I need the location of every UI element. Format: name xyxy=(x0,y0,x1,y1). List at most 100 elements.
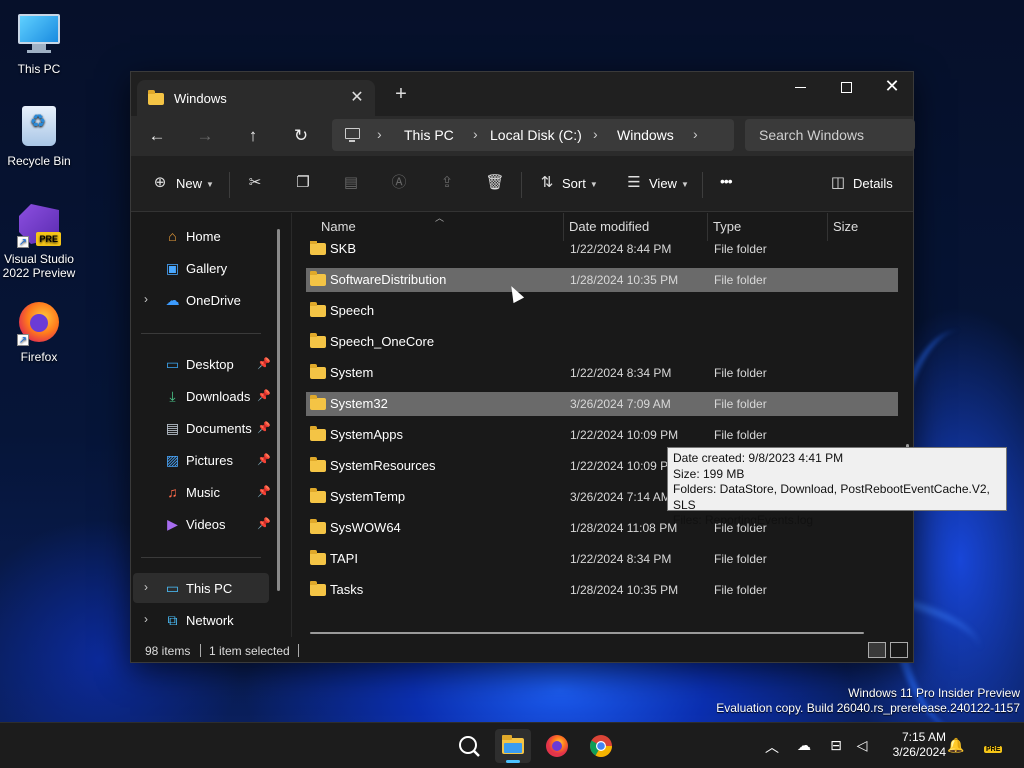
folder-icon xyxy=(310,426,326,441)
share-icon[interactable]: ⇪ xyxy=(436,172,458,194)
chrome-taskbar-button[interactable] xyxy=(583,729,619,763)
sidebar-scrollbar[interactable] xyxy=(277,229,280,591)
table-row[interactable]: SoftwareDistribution 1/28/2024 10:35 PM Fi… xyxy=(306,268,898,292)
table-row[interactable]: Speech_OneCore xyxy=(306,330,898,354)
sort-button[interactable]: Sort ▼ xyxy=(562,176,598,191)
chevron-right-icon[interactable]: › xyxy=(473,126,478,142)
desktop-icon-visual-studio[interactable]: PRE ↗ Visual Studio 2022 Preview xyxy=(1,204,77,280)
file-name: SoftwareDistribution xyxy=(330,272,447,287)
tab-windows[interactable]: Windows ✕ xyxy=(137,80,375,116)
column-header-name[interactable]: Name xyxy=(321,213,356,241)
column-header-date[interactable]: Date modified xyxy=(569,213,649,241)
table-row[interactable]: SystemApps 1/22/2024 10:09 PM File folder xyxy=(306,423,898,447)
sidebar-item-this-pc[interactable]: › ▭ This PC xyxy=(133,573,269,603)
cut-icon[interactable]: ✂ xyxy=(244,172,266,194)
sidebar-item-onedrive[interactable]: › ☁ OneDrive xyxy=(133,285,269,315)
column-header-type[interactable]: Type xyxy=(713,213,741,241)
details-view-button[interactable] xyxy=(868,642,886,658)
clock[interactable]: 7:15 AM 3/26/2024 xyxy=(880,730,946,760)
chevron-right-icon[interactable]: › xyxy=(377,126,382,142)
maximize-button[interactable] xyxy=(823,72,869,102)
column-divider[interactable] xyxy=(827,213,828,241)
address-bar[interactable]: › This PC › Local Disk (C:) › Windows › xyxy=(332,119,734,151)
sidebar-item-pictures[interactable]: ▨ Pictures 📌 xyxy=(133,445,271,475)
file-type: File folder xyxy=(714,397,767,411)
back-button[interactable]: ← xyxy=(143,124,171,148)
breadcrumb-windows[interactable]: Windows xyxy=(617,127,674,143)
sidebar-item-home[interactable]: ⌂ Home xyxy=(133,221,269,251)
sidebar-item-gallery[interactable]: ▣ Gallery xyxy=(133,253,269,283)
chevron-up-icon[interactable]: ︿ xyxy=(762,737,782,757)
pin-icon[interactable]: 📌 xyxy=(257,517,271,530)
delete-icon[interactable]: 🗑 xyxy=(484,172,506,194)
minimize-button[interactable] xyxy=(777,72,823,102)
table-row[interactable]: Tasks 1/28/2024 10:35 PM File folder xyxy=(306,578,898,602)
chevron-right-icon[interactable]: › xyxy=(593,126,598,142)
preview-badge: PRE xyxy=(36,232,61,246)
breadcrumb-local-disk[interactable]: Local Disk (C:) xyxy=(490,127,582,143)
paste-icon[interactable]: ▤ xyxy=(340,172,362,194)
folder-icon xyxy=(310,395,326,410)
sidebar-item-videos[interactable]: ▶ Videos 📌 xyxy=(133,509,271,539)
table-row[interactable]: Speech xyxy=(306,299,898,323)
firefox-taskbar-button[interactable] xyxy=(539,729,575,763)
desktop-icon-firefox[interactable]: ↗ Firefox xyxy=(1,302,77,364)
file-name: System32 xyxy=(330,396,388,411)
breadcrumb-this-pc[interactable]: This PC xyxy=(404,127,454,143)
sidebar-item-documents[interactable]: ▤ Documents 📌 xyxy=(133,413,271,443)
table-row[interactable]: SKB 1/22/2024 8:44 PM File folder xyxy=(306,241,898,261)
refresh-button[interactable]: ↻ xyxy=(287,124,315,148)
title-bar[interactable]: Windows ✕ + ✕ xyxy=(131,72,913,116)
column-divider[interactable] xyxy=(707,213,708,241)
folder-icon xyxy=(310,457,326,472)
pin-icon[interactable]: 📌 xyxy=(257,453,271,466)
table-row[interactable]: System32 3/26/2024 7:09 AM File folder xyxy=(306,392,898,416)
up-button[interactable]: ↑ xyxy=(239,124,267,148)
view-button[interactable]: View ▼ xyxy=(649,176,689,191)
download-icon: ⤓ xyxy=(169,388,176,404)
file-explorer-taskbar-button[interactable] xyxy=(495,729,531,763)
more-options-button[interactable]: ••• xyxy=(720,173,733,189)
horizontal-scrollbar[interactable] xyxy=(310,632,864,634)
chevron-right-icon[interactable]: › xyxy=(144,292,148,306)
sidebar-item-downloads[interactable]: ⤓ Downloads 📌 xyxy=(133,381,271,411)
new-button[interactable]: New ▼ xyxy=(176,176,214,191)
column-divider[interactable] xyxy=(563,213,564,241)
cloud-icon: ☁ xyxy=(165,292,180,308)
chevron-right-icon[interactable]: › xyxy=(693,126,698,142)
chevron-down-icon: ▼ xyxy=(680,180,689,190)
details-button[interactable]: Details xyxy=(853,176,893,191)
table-row[interactable]: TAPI 1/22/2024 8:34 PM File folder xyxy=(306,547,898,571)
new-tab-button[interactable]: + xyxy=(389,83,413,107)
table-row[interactable]: System 1/22/2024 8:34 PM File folder xyxy=(306,361,898,385)
pin-icon[interactable]: 📌 xyxy=(257,357,271,370)
volume-muted-icon[interactable]: ◁ xyxy=(852,737,872,754)
folder-icon xyxy=(310,488,326,503)
sidebar-item-music[interactable]: ♫ Music 📌 xyxy=(133,477,271,507)
tooltip-files: Files: ReportingEvents.log xyxy=(673,513,814,527)
sort-label: Sort xyxy=(562,176,586,191)
forward-button[interactable]: → xyxy=(191,124,219,148)
chevron-right-icon[interactable]: › xyxy=(144,612,148,626)
close-window-button[interactable]: ✕ xyxy=(869,72,915,102)
visual-studio-icon: PRE ↗ xyxy=(17,204,61,248)
file-date: 1/28/2024 10:35 PM xyxy=(570,273,679,287)
onedrive-offline-icon[interactable]: ☁ xyxy=(794,737,814,754)
pin-icon[interactable]: 📌 xyxy=(257,421,271,434)
desktop-icon-this-pc[interactable]: This PC xyxy=(1,10,77,76)
search-input[interactable]: Search Windows xyxy=(745,119,915,151)
desktop-icon-recycle-bin[interactable]: Recycle Bin xyxy=(1,106,77,168)
sidebar-item-network[interactable]: › ⧉ Network xyxy=(133,605,269,635)
tiles-view-button[interactable] xyxy=(890,642,908,658)
pin-icon[interactable]: 📌 xyxy=(257,485,271,498)
pin-icon[interactable]: 📌 xyxy=(257,389,271,402)
copy-icon[interactable]: ❐ xyxy=(292,172,314,194)
search-button[interactable] xyxy=(451,729,487,763)
column-header-size[interactable]: Size xyxy=(833,213,858,241)
sidebar-item-desktop[interactable]: ▭ Desktop 📌 xyxy=(133,349,271,379)
notification-bell-icon[interactable]: 🔔 xyxy=(946,737,966,754)
rename-icon[interactable]: Ⓐ xyxy=(388,172,410,194)
close-tab-button[interactable]: ✕ xyxy=(347,88,367,108)
chevron-right-icon[interactable]: › xyxy=(144,580,148,594)
network-icon[interactable]: ⊟ xyxy=(826,737,846,754)
